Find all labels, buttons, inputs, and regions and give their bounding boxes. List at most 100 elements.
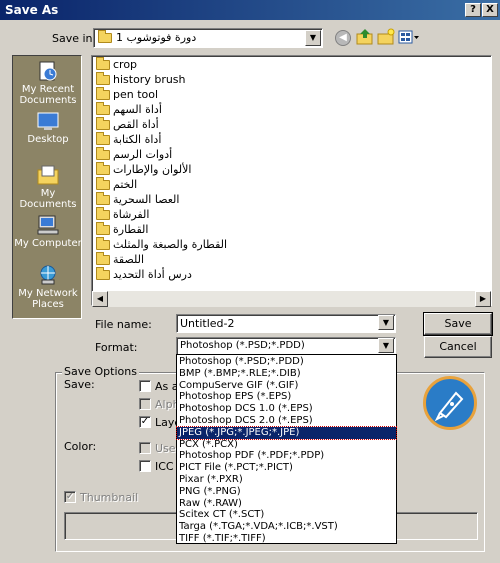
close-button[interactable]: X [482, 3, 498, 17]
window-title: Save As [5, 3, 59, 17]
scroll-left-icon[interactable]: ◀ [92, 291, 108, 307]
place-label: My Computer [14, 238, 82, 249]
format-option[interactable]: BMP (*.BMP;*.RLE;*.DIB) [177, 368, 396, 380]
folder-icon [96, 147, 110, 160]
places-bar: My Recent Documents Desktop My Documents… [12, 55, 82, 319]
my-documents-icon [36, 164, 60, 186]
up-folder-icon[interactable] [356, 28, 374, 46]
folder-icon [96, 117, 110, 130]
format-option[interactable]: TIFF (*.TIF;*.TIFF) [177, 533, 396, 545]
list-item[interactable]: الختم [96, 177, 137, 192]
network-places-icon [36, 264, 60, 286]
list-item[interactable]: أداة السهم [96, 102, 162, 117]
folder-icon [96, 222, 110, 235]
format-option[interactable]: Photoshop DCS 2.0 (*.EPS) [177, 415, 396, 427]
format-option[interactable]: Targa (*.TGA;*.VDA;*.ICB;*.VST) [177, 521, 396, 533]
place-label: Desktop [27, 134, 69, 145]
pen-logo [423, 376, 477, 430]
horizontal-scrollbar[interactable]: ◀ ▶ [92, 291, 491, 307]
format-option[interactable]: Photoshop EPS (*.EPS) [177, 391, 396, 403]
save-button[interactable]: Save [423, 312, 493, 336]
pen-nib-icon [434, 391, 464, 422]
list-item[interactable]: القطارة [96, 222, 148, 237]
format-option[interactable]: Photoshop PDF (*.PDF;*.PDP) [177, 450, 396, 462]
as-copy-label: As a [155, 380, 179, 393]
format-option[interactable]: PCX (*.PCX) [177, 439, 396, 451]
recent-documents-icon [36, 60, 60, 82]
list-item[interactable]: أداة الكتابة [96, 132, 161, 147]
folder-icon [96, 162, 110, 175]
icc-profile-checkbox[interactable] [139, 460, 151, 472]
place-label: My Network Places [18, 288, 78, 310]
format-label: Format: [95, 341, 138, 354]
format-option[interactable]: Raw (*.RAW) [177, 498, 396, 510]
format-option[interactable]: Photoshop DCS 1.0 (*.EPS) [177, 403, 396, 415]
list-item[interactable]: الألوان والإطارات [96, 162, 191, 177]
use-proof-label: Use [155, 442, 176, 455]
list-item[interactable]: اللصقة [96, 252, 144, 267]
chevron-down-icon[interactable]: ▼ [378, 315, 394, 330]
filename-label: File name: [95, 318, 152, 331]
back-icon[interactable]: ◀ [335, 30, 351, 46]
alpha-channels-checkbox[interactable] [139, 398, 151, 410]
my-computer-icon [36, 214, 60, 236]
format-dropdown-list[interactable]: Photoshop (*.PSD;*.PDD) BMP (*.BMP;*.RLE… [176, 354, 397, 544]
list-item[interactable]: pen tool [96, 87, 158, 102]
list-item[interactable]: القطارة والصبغة والمثلث [96, 237, 227, 252]
folder-icon [96, 57, 110, 70]
format-option[interactable]: CompuServe GIF (*.GIF) [177, 380, 396, 392]
folder-icon [96, 237, 110, 250]
save-label: Save: [64, 378, 95, 391]
list-item[interactable]: أدوات الرسم [96, 147, 172, 162]
file-list[interactable]: crop history brush pen tool أداة السهم أ… [91, 55, 492, 306]
list-item[interactable]: أداة القص [96, 117, 159, 132]
list-item[interactable]: history brush [96, 72, 186, 87]
cancel-button[interactable]: Cancel [424, 336, 492, 358]
help-button[interactable]: ? [465, 3, 481, 17]
list-item[interactable]: درس أداة التحديد [96, 267, 192, 282]
place-label: My Recent Documents [19, 84, 77, 106]
place-recent-documents[interactable]: My Recent Documents [13, 60, 83, 106]
place-label: My Documents [19, 188, 77, 210]
folder-icon [96, 72, 110, 85]
format-option-selected[interactable]: JPEG (*.JPG;*.JPEG;*.JPE) [176, 425, 397, 440]
new-folder-icon[interactable] [377, 28, 395, 46]
folder-icon [96, 267, 110, 280]
save-options-title: Save Options [62, 365, 139, 378]
format-option[interactable]: Scitex CT (*.SCT) [177, 509, 396, 521]
format-option[interactable]: PNG (*.PNG) [177, 486, 396, 498]
save-in-value: دورة فوتوشوب 1 [116, 31, 197, 44]
use-proof-checkbox[interactable] [139, 442, 151, 454]
folder-icon [96, 132, 110, 145]
format-option[interactable]: PICT File (*.PCT;*.PICT) [177, 462, 396, 474]
chevron-down-icon[interactable]: ▼ [305, 30, 321, 46]
list-item[interactable]: crop [96, 57, 137, 72]
save-in-label: Save in: [52, 32, 97, 45]
place-desktop[interactable]: Desktop [13, 110, 83, 145]
color-label: Color: [64, 440, 97, 453]
filename-value: Untitled-2 [180, 317, 235, 330]
scroll-right-icon[interactable]: ▶ [475, 291, 491, 307]
chevron-down-icon[interactable]: ▼ [378, 338, 394, 353]
folder-icon [96, 87, 110, 100]
save-in-combo[interactable]: دورة فوتوشوب 1 ▼ [93, 28, 323, 48]
format-value: Photoshop (*.PSD;*.PDD) [180, 340, 305, 351]
list-item[interactable]: العصا السحرية [96, 192, 179, 207]
format-option[interactable]: Pixar (*.PXR) [177, 474, 396, 486]
filename-input[interactable]: Untitled-2 ▼ [176, 314, 396, 333]
list-item[interactable]: الفرشاة [96, 207, 149, 222]
folder-icon [96, 177, 110, 190]
layers-checkbox[interactable]: ✓ [139, 416, 151, 428]
place-my-documents[interactable]: My Documents [13, 164, 83, 210]
view-menu-icon[interactable] [398, 29, 420, 45]
folder-icon [98, 30, 112, 43]
desktop-icon [36, 110, 60, 132]
format-option[interactable]: Photoshop (*.PSD;*.PDD) [177, 356, 396, 368]
folder-icon [96, 252, 110, 265]
thumbnail-checkbox[interactable]: ✓ [64, 491, 76, 503]
place-my-computer[interactable]: My Computer [13, 214, 83, 249]
folder-icon [96, 102, 110, 115]
folder-icon [96, 192, 110, 205]
as-copy-checkbox[interactable] [139, 380, 151, 392]
place-network[interactable]: My Network Places [13, 264, 83, 310]
